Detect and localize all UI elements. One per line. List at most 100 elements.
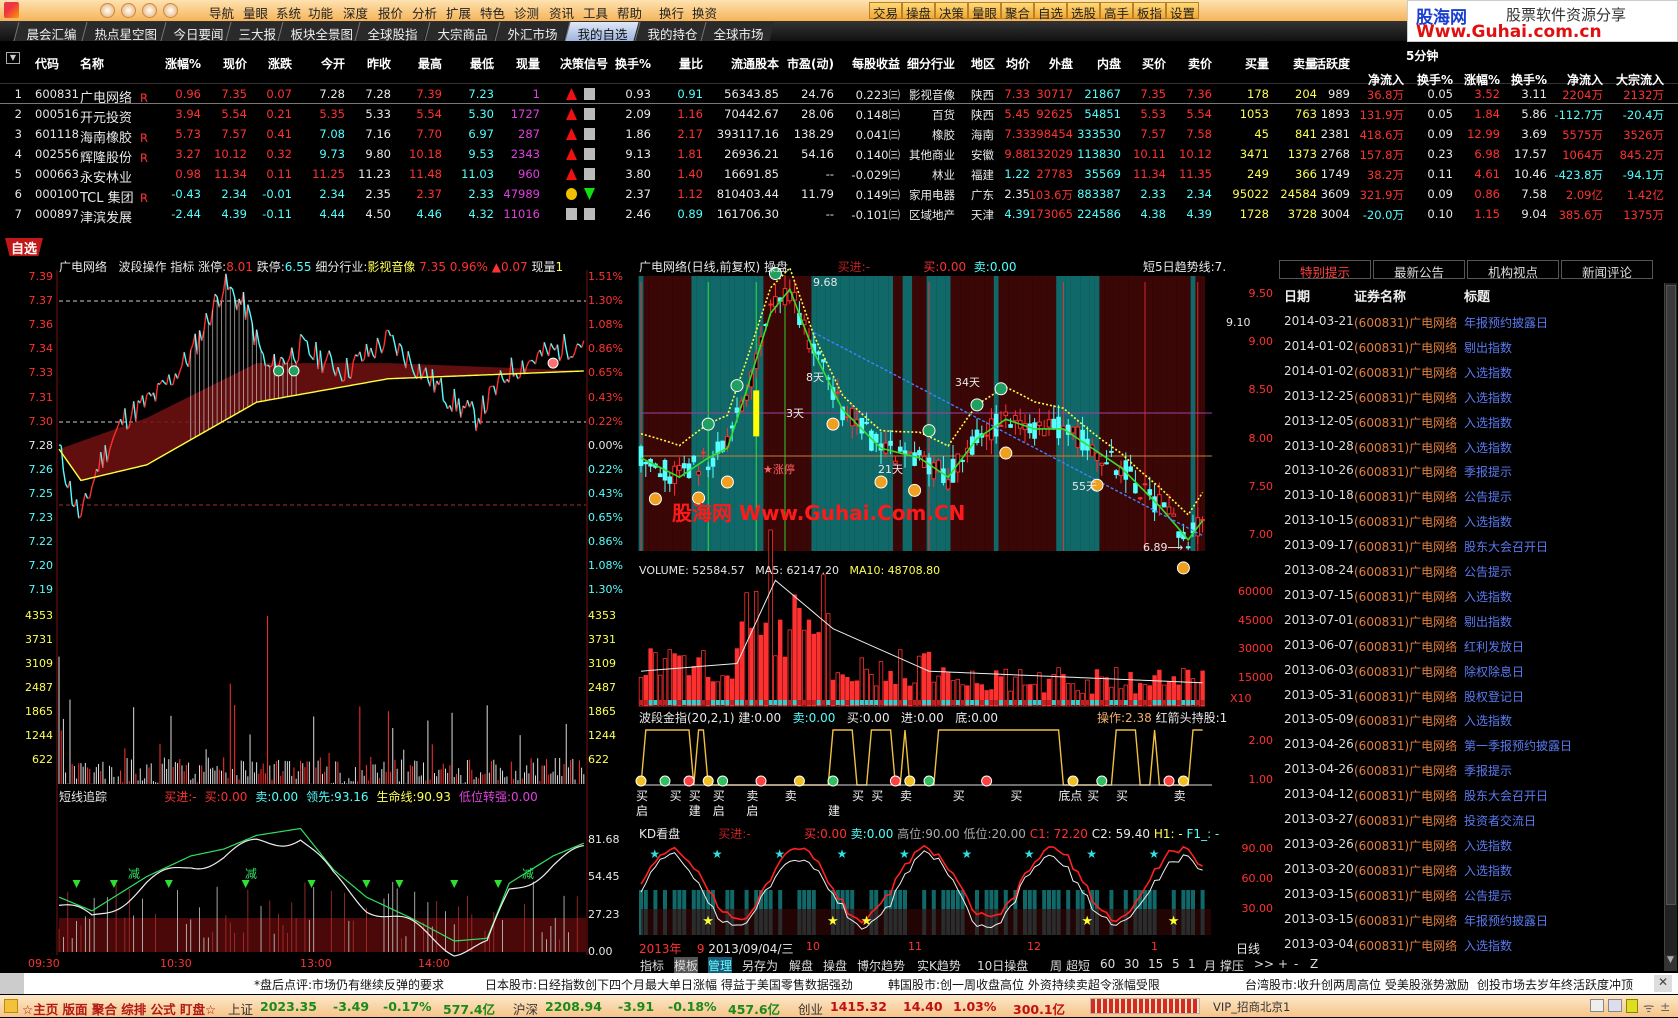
news-title-link[interactable]: 入选指数 — [1464, 862, 1512, 879]
menu-item[interactable]: 特色 — [480, 3, 505, 22]
toolbar-item[interactable]: 10日操盘 — [977, 957, 1028, 974]
period-label[interactable]: 日线 — [1236, 940, 1260, 957]
menu-item[interactable]: 扩展 — [446, 3, 471, 22]
column-header[interactable]: 最高 — [418, 55, 442, 72]
news-tab[interactable]: 最新公告 — [1373, 260, 1465, 279]
news-row[interactable]: 2013-06-07(600831)广电网络红利发放日 — [1280, 638, 1660, 658]
toolbar-item[interactable]: 撑压 — [1220, 957, 1244, 974]
toolbar-button[interactable]: 高手 — [1100, 2, 1133, 19]
column-header[interactable]: 量比 — [679, 55, 703, 72]
news-row[interactable]: 2013-09-17(600831)广电网络股东大会召开日 — [1280, 538, 1660, 558]
toolbar-item[interactable]: 管理 — [708, 957, 732, 974]
column-header[interactable]: 每股收益 — [852, 55, 900, 72]
table-row[interactable]: 5000663永安林业0.9811.340.1111.2511.2311.481… — [0, 164, 1678, 184]
news-row[interactable]: 2013-04-26(600831)广电网络季报提示 — [1280, 762, 1660, 782]
ticker-item[interactable]: 台湾股市:收升创两周高位 受美股涨势激励 — [1245, 976, 1469, 993]
column-header[interactable]: 细分行业 — [907, 55, 955, 72]
table-row[interactable]: 2000516开元投资3.945.540.215.355.335.545.301… — [0, 104, 1678, 124]
menu-item[interactable]: 系统 — [276, 3, 301, 22]
news-title-link[interactable]: 剔出指数 — [1464, 339, 1512, 356]
news-row[interactable]: 2013-12-25(600831)广电网络入选指数 — [1280, 389, 1660, 409]
toolbar-item[interactable]: 5 — [1172, 957, 1180, 971]
mail-icon[interactable] — [1608, 999, 1622, 1012]
toolbar-item[interactable]: 周 — [1050, 957, 1062, 974]
notes-icon[interactable] — [1590, 999, 1604, 1012]
news-title-link[interactable]: 入选指数 — [1464, 389, 1512, 406]
news-row[interactable]: 2013-04-12(600831)广电网络股东大会召开日 — [1280, 787, 1660, 807]
toolbar-item[interactable]: - — [1294, 957, 1298, 971]
toolbar-button[interactable]: 量眼 — [968, 2, 1001, 19]
news-title-link[interactable]: 入选指数 — [1464, 364, 1512, 381]
column-header[interactable]: 均价 — [1006, 55, 1030, 72]
news-title-link[interactable]: 季报提示 — [1464, 762, 1512, 779]
news-title-link[interactable]: 股东大会召开日 — [1464, 538, 1548, 555]
menu-item[interactable]: 资讯 — [549, 3, 574, 22]
news-row[interactable]: 2013-05-09(600831)广电网络入选指数 — [1280, 712, 1660, 732]
column-header[interactable]: 代码 — [35, 55, 59, 72]
tab-item[interactable]: 全球市场 — [700, 22, 774, 41]
news-title-link[interactable]: 投资者交流日 — [1464, 812, 1536, 829]
column-header[interactable]: 涨跌 — [268, 55, 292, 72]
home-icon[interactable] — [100, 3, 115, 18]
ticker-handle-icon[interactable] — [0, 973, 24, 994]
news-scrollbar[interactable] — [1664, 283, 1677, 955]
alert-icon[interactable] — [1626, 999, 1638, 1013]
column-header[interactable]: 名称 — [80, 55, 104, 72]
tab-item[interactable]: 今日要闻 — [160, 22, 234, 41]
toolbar-button[interactable]: 操盘 — [902, 2, 935, 19]
toolbar-item[interactable]: 1 — [1188, 957, 1196, 971]
news-title-link[interactable]: 入选指数 — [1464, 837, 1512, 854]
ticker-item[interactable]: 日本股市:日经指数创下四个月最大单日涨幅 得益于美国零售数据强劲 — [485, 976, 853, 993]
column-header[interactable]: 买量 — [1245, 55, 1269, 72]
more-icon[interactable] — [163, 3, 178, 18]
news-title-link[interactable]: 公告提示 — [1464, 488, 1512, 505]
news-row[interactable]: 2013-08-24(600831)广电网络公告提示 — [1280, 563, 1660, 583]
toolbar-item[interactable]: 另存为 — [742, 957, 778, 974]
ticker-item[interactable]: 韩国股市:创一周收盘高位 外资持续卖超令涨幅受限 — [888, 976, 1160, 993]
toolbar-item[interactable]: 60 — [1100, 957, 1115, 971]
toolbar-button[interactable]: 决策 — [935, 2, 968, 19]
news-row[interactable]: 2013-03-20(600831)广电网络入选指数 — [1280, 862, 1660, 882]
news-title-link[interactable]: 入选指数 — [1464, 937, 1512, 954]
news-title-link[interactable]: 除权除息日 — [1464, 663, 1524, 680]
news-title-link[interactable]: 入选指数 — [1464, 588, 1512, 605]
news-row[interactable]: 2014-01-02(600831)广电网络入选指数 — [1280, 364, 1660, 384]
toolbar-button[interactable]: 选股 — [1067, 2, 1100, 19]
column-header[interactable]: 今开 — [321, 55, 345, 72]
news-row[interactable]: 2014-01-02(600831)广电网络剔出指数 — [1280, 339, 1660, 359]
tab-item[interactable]: 板块全景图 — [277, 22, 364, 41]
toolbar-button[interactable]: 板指 — [1133, 2, 1166, 19]
tab-item[interactable]: 我的持仓 — [634, 22, 708, 41]
forward-icon[interactable] — [142, 3, 157, 18]
toolbar-button[interactable]: 聚合 — [1001, 2, 1034, 19]
menu-item[interactable]: 导航 — [209, 3, 234, 22]
table-row[interactable]: 4002556辉隆股份R3.2710.120.329.739.8010.189.… — [0, 144, 1678, 164]
tab-item[interactable]: 晨会汇编 — [13, 22, 87, 41]
menu-item[interactable]: 帮助 — [617, 3, 642, 22]
toolbar-item[interactable]: 超短 — [1066, 957, 1090, 974]
news-title-link[interactable]: 红利发放日 — [1464, 638, 1524, 655]
news-ticker[interactable]: *盘后点评:市场仍有继续反弹的要求日本股市:日经指数创下四个月最大单日涨幅 得益… — [0, 973, 1678, 994]
menu-item[interactable]: 功能 — [308, 3, 333, 22]
toolbar-button[interactable]: 设置 — [1166, 2, 1199, 19]
tab-item[interactable]: 大宗商品 — [424, 22, 498, 41]
toolbar-item[interactable]: 30 — [1124, 957, 1139, 971]
news-row[interactable]: 2013-03-15(600831)广电网络年报预约披露日 — [1280, 912, 1660, 932]
news-title-link[interactable]: 剔出指数 — [1464, 613, 1512, 630]
news-row[interactable]: 2013-10-26(600831)广电网络季报提示 — [1280, 463, 1660, 483]
column-header[interactable]: 最低 — [470, 55, 494, 72]
column-header[interactable]: 活跃度 — [1314, 55, 1350, 72]
menu-item[interactable]: 换行 — [659, 3, 684, 22]
news-row[interactable]: 2013-04-26(600831)广电网络第一季报预约披露日 — [1280, 737, 1660, 757]
news-title-link[interactable]: 股权登记日 — [1464, 688, 1524, 705]
toolbar-item[interactable]: 模板 — [674, 957, 698, 974]
news-title-link[interactable]: 第一季报预约披露日 — [1464, 737, 1572, 754]
news-title-link[interactable]: 年报预约披露日 — [1464, 912, 1548, 929]
tab-item[interactable]: 热点星空图 — [81, 22, 168, 41]
news-row[interactable]: 2013-10-28(600831)广电网络入选指数 — [1280, 439, 1660, 459]
toolbar-item[interactable]: Z — [1310, 957, 1318, 971]
back-icon[interactable] — [121, 3, 136, 18]
toolbar-item[interactable]: 月 — [1204, 957, 1216, 974]
toolbar-button[interactable]: 自选 — [1034, 2, 1067, 19]
toolbar-item[interactable]: 实K趋势 — [917, 957, 961, 974]
